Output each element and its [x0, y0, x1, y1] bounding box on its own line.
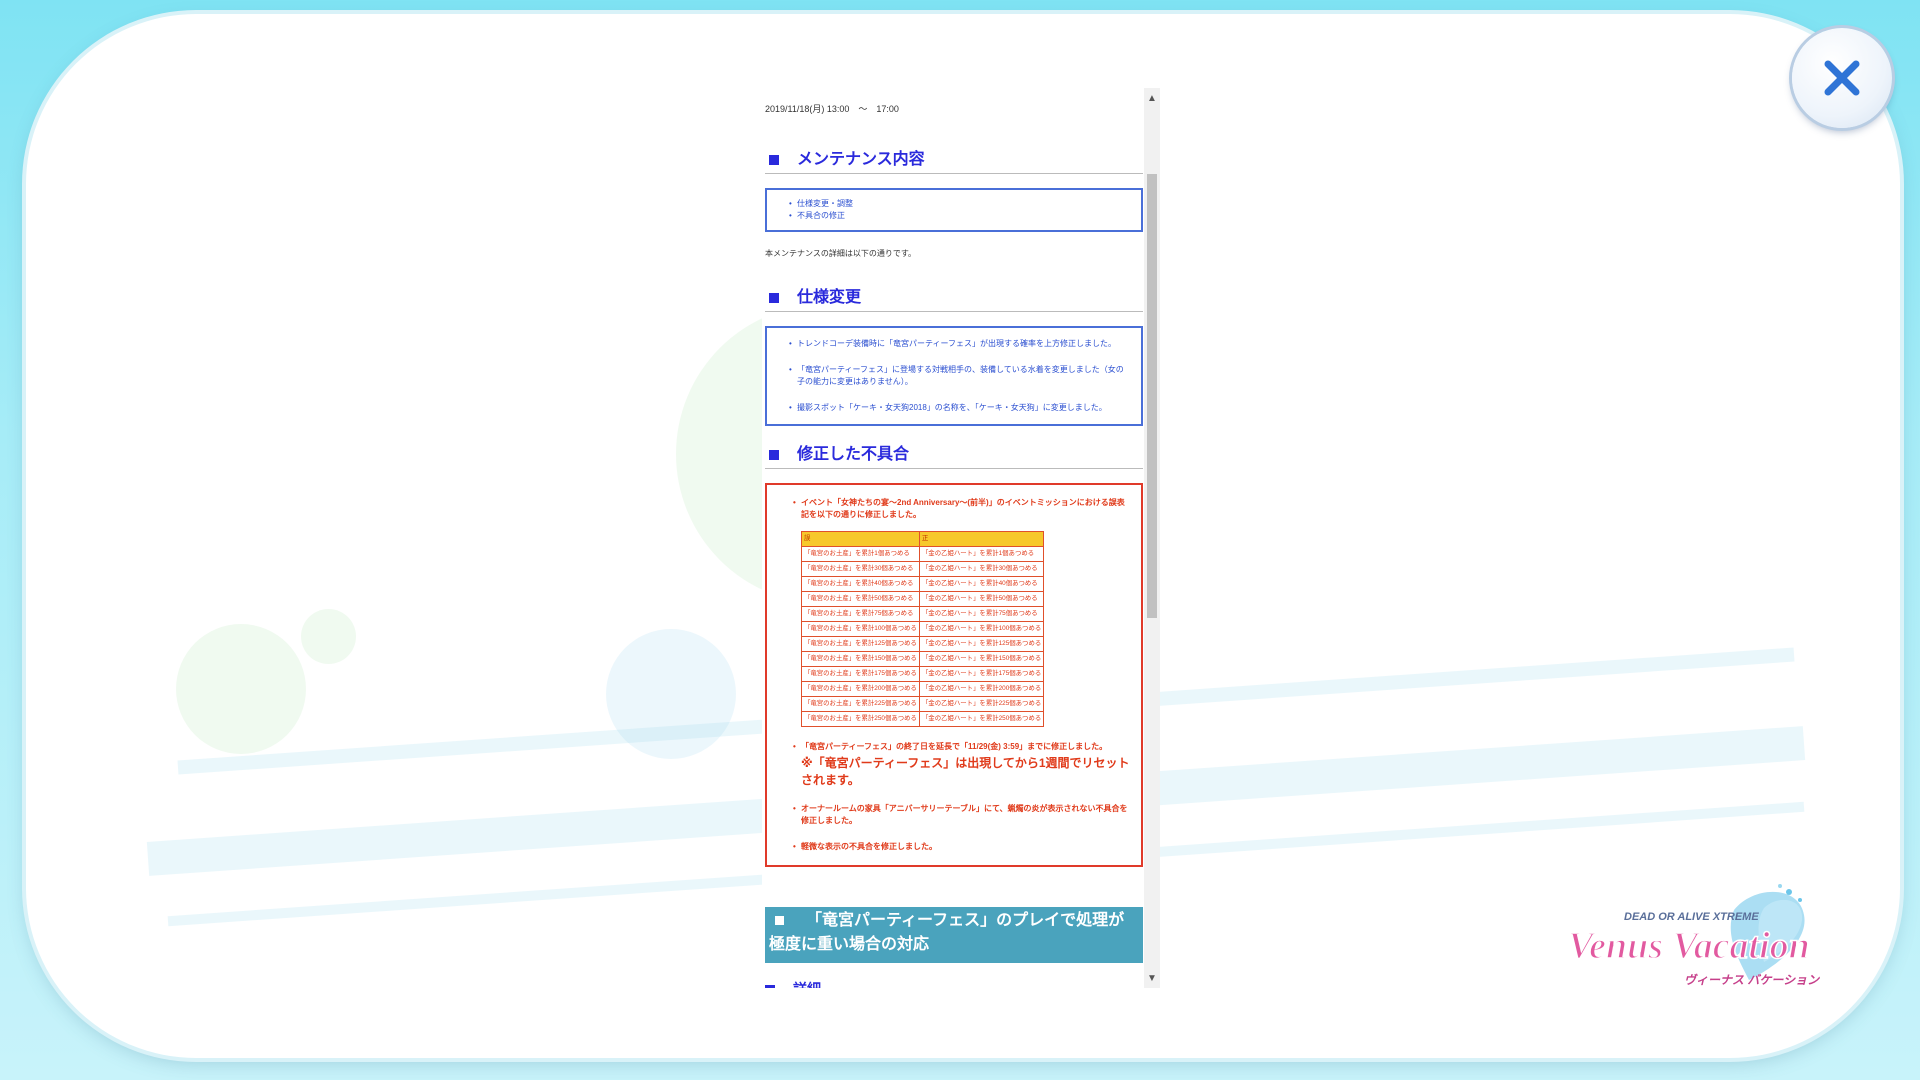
list-item: 軽微な表示の不具合を修正しました。	[793, 841, 1131, 853]
decor-circle	[301, 609, 356, 664]
close-button[interactable]	[1792, 28, 1892, 128]
list-item-text: イベント「女神たちの宴～2nd Anniversary～(前半)」のイベントミッ…	[801, 498, 1125, 519]
table-row: 「竜宮のお土産」を累計100個あつめる 「金の乙姫ハート」を累計100個あつめる	[801, 621, 1045, 637]
table-cell-wrong: 「竜宮のお土産」を累計100個あつめる	[801, 621, 920, 637]
section-heading-spec-change: 仕様変更	[765, 283, 1143, 312]
square-bullet-icon	[765, 985, 775, 988]
notice-viewer[interactable]: 2019/11/18(月) 13:00 ～ 17:00 メンテナンス内容 仕様変…	[762, 88, 1160, 988]
spec-change-box: トレンドコーデ装備時に「竜宮パーティーフェス」が出現する確率を上方修正しました。…	[765, 326, 1143, 426]
table-cell-wrong: 「竜宮のお土産」を累計125個あつめる	[801, 636, 920, 652]
table-cell-wrong: 「竜宮のお土産」を累計1個あつめる	[801, 546, 920, 562]
scrollbar[interactable]: ▲ ▼	[1144, 88, 1160, 988]
table-cell-correct: 「金の乙姫ハート」を累計1個あつめる	[918, 546, 1045, 562]
table-row: 「竜宮のお土産」を累計200個あつめる 「金の乙姫ハート」を累計200個あつめる	[801, 681, 1045, 697]
table-row: 「竜宮のお土産」を累計125個あつめる 「金の乙姫ハート」を累計125個あつめる	[801, 636, 1045, 652]
bug-fix-box: イベント「女神たちの宴～2nd Anniversary～(前半)」のイベントミッ…	[765, 483, 1143, 867]
section-heading-details: 詳細	[765, 979, 1143, 988]
table-cell-correct: 「金の乙姫ハート」を累計75個あつめる	[918, 606, 1045, 622]
list-item: オーナールームの家具「アニバーサリーテーブル」にて、蝋燭の炎が表示されない不具合…	[793, 803, 1131, 827]
maintenance-date: 2019/11/18(月) 13:00 ～ 17:00	[765, 104, 899, 114]
table-row: 「竜宮のお土産」を累計50個あつめる 「金の乙姫ハート」を累計50個あつめる	[801, 591, 1045, 607]
table-cell-wrong: 「竜宮のお土産」を累計225個あつめる	[801, 696, 920, 712]
scroll-up-icon[interactable]: ▲	[1144, 90, 1160, 106]
square-bullet-icon	[769, 449, 779, 460]
table-cell-correct: 「金の乙姫ハート」を累計100個あつめる	[918, 621, 1045, 637]
list-item: 仕様変更・調整	[789, 198, 1131, 210]
table-cell-wrong: 「竜宮のお土産」を累計150個あつめる	[801, 651, 920, 667]
table-header-wrong: 誤	[801, 531, 920, 547]
table-header-correct: 正	[918, 531, 1045, 547]
table-row: 「竜宮のお土産」を累計225個あつめる 「金の乙姫ハート」を累計225個あつめる	[801, 696, 1045, 712]
table-cell-wrong: 「竜宮のお土産」を累計40個あつめる	[801, 576, 920, 592]
section-title: 仕様変更	[797, 289, 862, 306]
section-heading-heavy-processing: 「竜宮パーティーフェス」のプレイで処理が極度に重い場合の対応	[765, 907, 1143, 963]
svg-text:Venus Vacation: Venus Vacation	[1568, 925, 1810, 967]
svg-text:ヴィーナス バケーション: ヴィーナス バケーション	[1684, 973, 1820, 987]
table-cell-correct: 「金の乙姫ハート」を累計175個あつめる	[918, 666, 1045, 682]
close-icon	[1824, 60, 1860, 96]
section-heading-maintenance: メンテナンス内容	[765, 145, 1143, 174]
table-cell-correct: 「金の乙姫ハート」を累計200個あつめる	[918, 681, 1045, 697]
list-item: 不具合の修正	[789, 210, 1131, 222]
decor-circle	[176, 624, 306, 754]
square-bullet-icon	[769, 154, 779, 165]
table-cell-wrong: 「竜宮のお土産」を累計30個あつめる	[801, 561, 920, 577]
table-cell-wrong: 「竜宮のお土産」を累計75個あつめる	[801, 606, 920, 622]
section-title: 詳細	[793, 981, 821, 988]
scroll-thumb[interactable]	[1147, 174, 1157, 618]
scroll-down-icon[interactable]: ▼	[1144, 970, 1160, 986]
table-cell-correct: 「金の乙姫ハート」を累計50個あつめる	[918, 591, 1045, 607]
table-cell-wrong: 「竜宮のお土産」を累計200個あつめる	[801, 681, 920, 697]
correction-table: 誤 正 「竜宮のお土産」を累計1個あつめる 「金の乙姫ハート」を累計1個あつめる「…	[801, 531, 1045, 727]
section-heading-bug-fixes: 修正した不具合	[765, 440, 1143, 469]
square-bullet-icon	[775, 916, 784, 926]
table-row: 「竜宮のお土産」を累計250個あつめる 「金の乙姫ハート」を累計250個あつめる	[801, 711, 1045, 727]
table-cell-wrong: 「竜宮のお土産」を累計175個あつめる	[801, 666, 920, 682]
game-logo: DEAD OR ALIVE XTREME Venus Vacation ヴィーナ…	[1564, 880, 1824, 1000]
table-row: 「竜宮のお土産」を累計40個あつめる 「金の乙姫ハート」を累計40個あつめる	[801, 576, 1045, 592]
table-cell-correct: 「金の乙姫ハート」を累計225個あつめる	[918, 696, 1045, 712]
table-row: 「竜宮のお土産」を累計30個あつめる 「金の乙姫ハート」を累計30個あつめる	[801, 561, 1045, 577]
table-cell-correct: 「金の乙姫ハート」を累計30個あつめる	[918, 561, 1045, 577]
table-cell-correct: 「金の乙姫ハート」を累計250個あつめる	[918, 711, 1045, 727]
table-row: 「竜宮のお土産」を累計1個あつめる 「金の乙姫ハート」を累計1個あつめる	[801, 546, 1045, 562]
table-row: 「竜宮のお土産」を累計75個あつめる 「金の乙姫ハート」を累計75個あつめる	[801, 606, 1045, 622]
notice-content: 2019/11/18(月) 13:00 ～ 17:00 メンテナンス内容 仕様変…	[765, 88, 1143, 988]
section-title: 「竜宮パーティーフェス」のプレイで処理が極度に重い場合の対応	[769, 912, 1125, 953]
table-cell-wrong: 「竜宮のお土産」を累計250個あつめる	[801, 711, 920, 727]
square-bullet-icon	[769, 292, 779, 303]
table-cell-correct: 「金の乙姫ハート」を累計150個あつめる	[918, 651, 1045, 667]
list-item-text: 「竜宮パーティーフェス」の終了日を延長で「11/29(金) 3:59」までに修正…	[801, 742, 1108, 751]
table-cell-wrong: 「竜宮のお土産」を累計50個あつめる	[801, 591, 920, 607]
list-item: 撮影スポット「ケーキ・女天狗2018」の名称を、「ケーキ・女天狗」に変更しました…	[789, 402, 1131, 414]
table-row: 「竜宮のお土産」を累計175個あつめる 「金の乙姫ハート」を累計175個あつめる	[801, 666, 1045, 682]
table-row: 「竜宮のお土産」を累計150個あつめる 「金の乙姫ハート」を累計150個あつめる	[801, 651, 1045, 667]
reset-note: ※「竜宮パーティーフェス」は出現してから1週間でリセットされます。	[801, 756, 1130, 787]
table-cell-correct: 「金の乙姫ハート」を累計125個あつめる	[918, 636, 1045, 652]
section-title: メンテナンス内容	[797, 151, 925, 168]
list-item: トレンドコーデ装備時に「竜宮パーティーフェス」が出現する確率を上方修正しました。	[789, 338, 1131, 350]
list-item: 「竜宮パーティーフェス」の終了日を延長で「11/29(金) 3:59」までに修正…	[793, 741, 1131, 789]
list-item: イベント「女神たちの宴～2nd Anniversary～(前半)」のイベントミッ…	[793, 497, 1131, 727]
svg-text:DEAD OR ALIVE XTREME: DEAD OR ALIVE XTREME	[1624, 911, 1759, 923]
section-title: 修正した不具合	[797, 446, 910, 463]
details-note: 本メンテナンスの詳細は以下の通りです。	[765, 249, 917, 258]
table-cell-correct: 「金の乙姫ハート」を累計40個あつめる	[918, 576, 1045, 592]
maintenance-summary-box: 仕様変更・調整 不具合の修正	[765, 188, 1143, 232]
list-item: 「竜宮パーティーフェス」に登場する対戦相手の、装備している水着を変更しました（女…	[789, 364, 1131, 388]
